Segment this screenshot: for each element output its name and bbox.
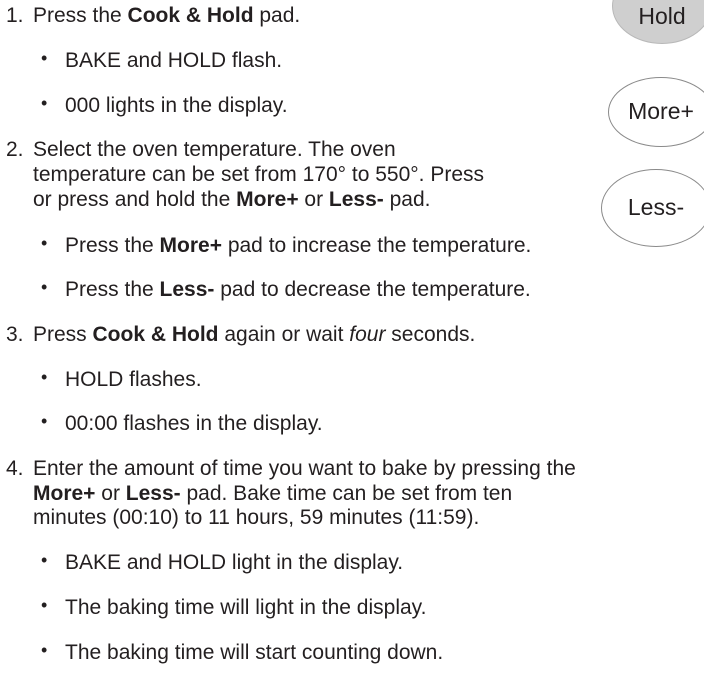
hold-pad-icon: Hold	[612, 0, 704, 44]
bullet-icon: •	[41, 233, 48, 253]
bullet-icon: •	[41, 595, 48, 615]
step-number: 3.	[6, 323, 24, 346]
more-pad-label: More+	[628, 98, 694, 125]
step-number: 4.	[6, 457, 24, 480]
bullet-icon: •	[41, 640, 48, 660]
more-pad-icon: More+	[608, 77, 704, 147]
less-pad-label: Less-	[627, 194, 685, 221]
less-pad-icon: Less-	[601, 169, 704, 247]
step-text: Press the Cook & Hold pad.	[33, 4, 301, 27]
bullet-icon: •	[41, 550, 48, 570]
bullet-icon: •	[41, 277, 48, 297]
bullet-icon: •	[41, 411, 48, 431]
step-number: 1.	[6, 4, 24, 27]
bullet-icon: •	[41, 367, 48, 387]
hold-pad-label: Hold	[638, 3, 686, 30]
instruction-page: Hold More+ Less- 1. Press the Cook & Hol…	[0, 0, 704, 689]
bullet-icon: •	[41, 93, 48, 113]
step-number: 2.	[6, 138, 24, 161]
bullet-icon: •	[41, 48, 48, 68]
